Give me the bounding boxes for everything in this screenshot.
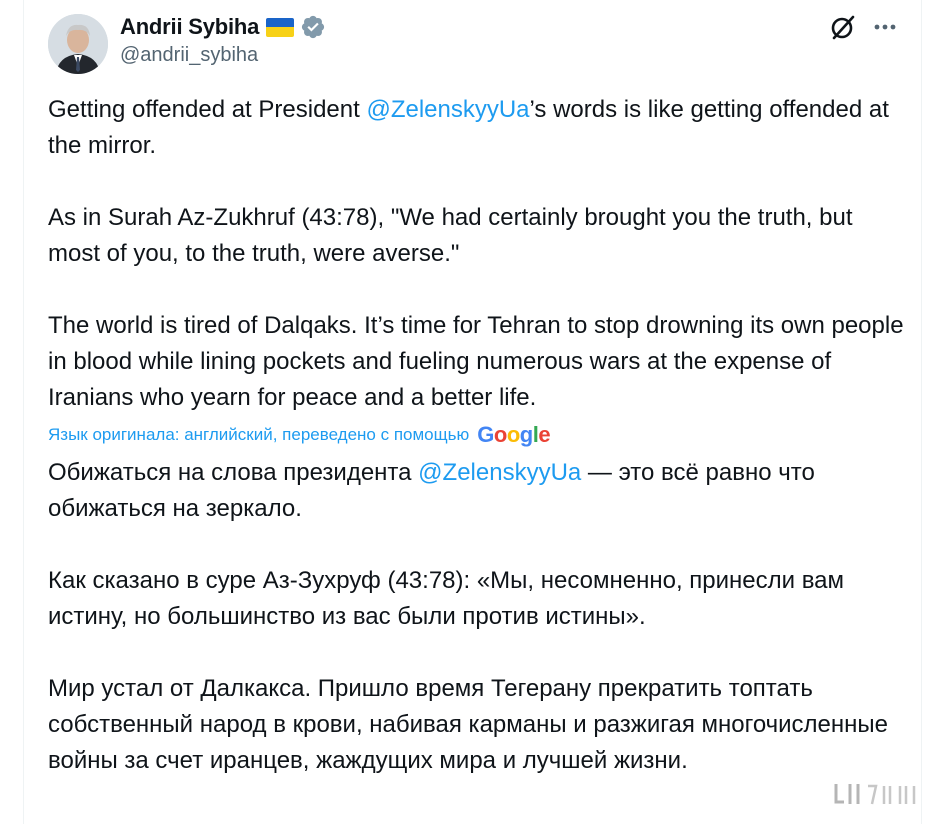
translated-text: Обижаться на слова президента — [48, 459, 419, 486]
tweet-text-paragraph-1: Getting offended at President @Zelenskyy… — [48, 92, 908, 164]
translated-text-paragraph-3: Мир устал от Далкакса. Пришло время Теге… — [48, 675, 888, 774]
tweet-text: Getting offended at President — [48, 96, 367, 123]
verified-badge-icon[interactable] — [300, 14, 326, 40]
author-name-row: Andrii Sybiha — [120, 12, 326, 42]
translated-text-paragraph-1: Обижаться на слова президента @Zelenskyy… — [48, 455, 908, 527]
more-options-icon[interactable] — [870, 16, 900, 38]
timeline-border-right — [921, 0, 922, 824]
author-display-name[interactable]: Andrii Sybiha — [120, 14, 259, 40]
translated-text-paragraph-2: Как сказано в суре Аз-Зухруф (43:78): «М… — [48, 567, 845, 630]
watermark-logo — [834, 784, 916, 805]
avatar[interactable] — [48, 14, 108, 74]
tweet-text-paragraph-2: As in Surah Az-Zukhruf (43:78), "We had … — [48, 204, 853, 267]
timeline-border-left — [23, 0, 24, 824]
translation-attribution[interactable]: Язык оригинала: английский, переведено с… — [48, 421, 551, 449]
author-handle[interactable]: @andrii_sybiha — [120, 44, 258, 67]
mention-link[interactable]: @ZelenskyyUa — [366, 96, 529, 123]
translation-note[interactable]: Язык оригинала: английский, переведено с… — [48, 425, 469, 445]
google-logo: Google — [477, 422, 551, 447]
grok-icon[interactable] — [828, 12, 858, 42]
mention-link[interactable]: @ZelenskyyUa — [418, 459, 581, 486]
ukraine-flag-icon — [266, 17, 295, 37]
tweet-text-paragraph-3: The world is tired of Dalqaks. It’s time… — [48, 312, 904, 411]
